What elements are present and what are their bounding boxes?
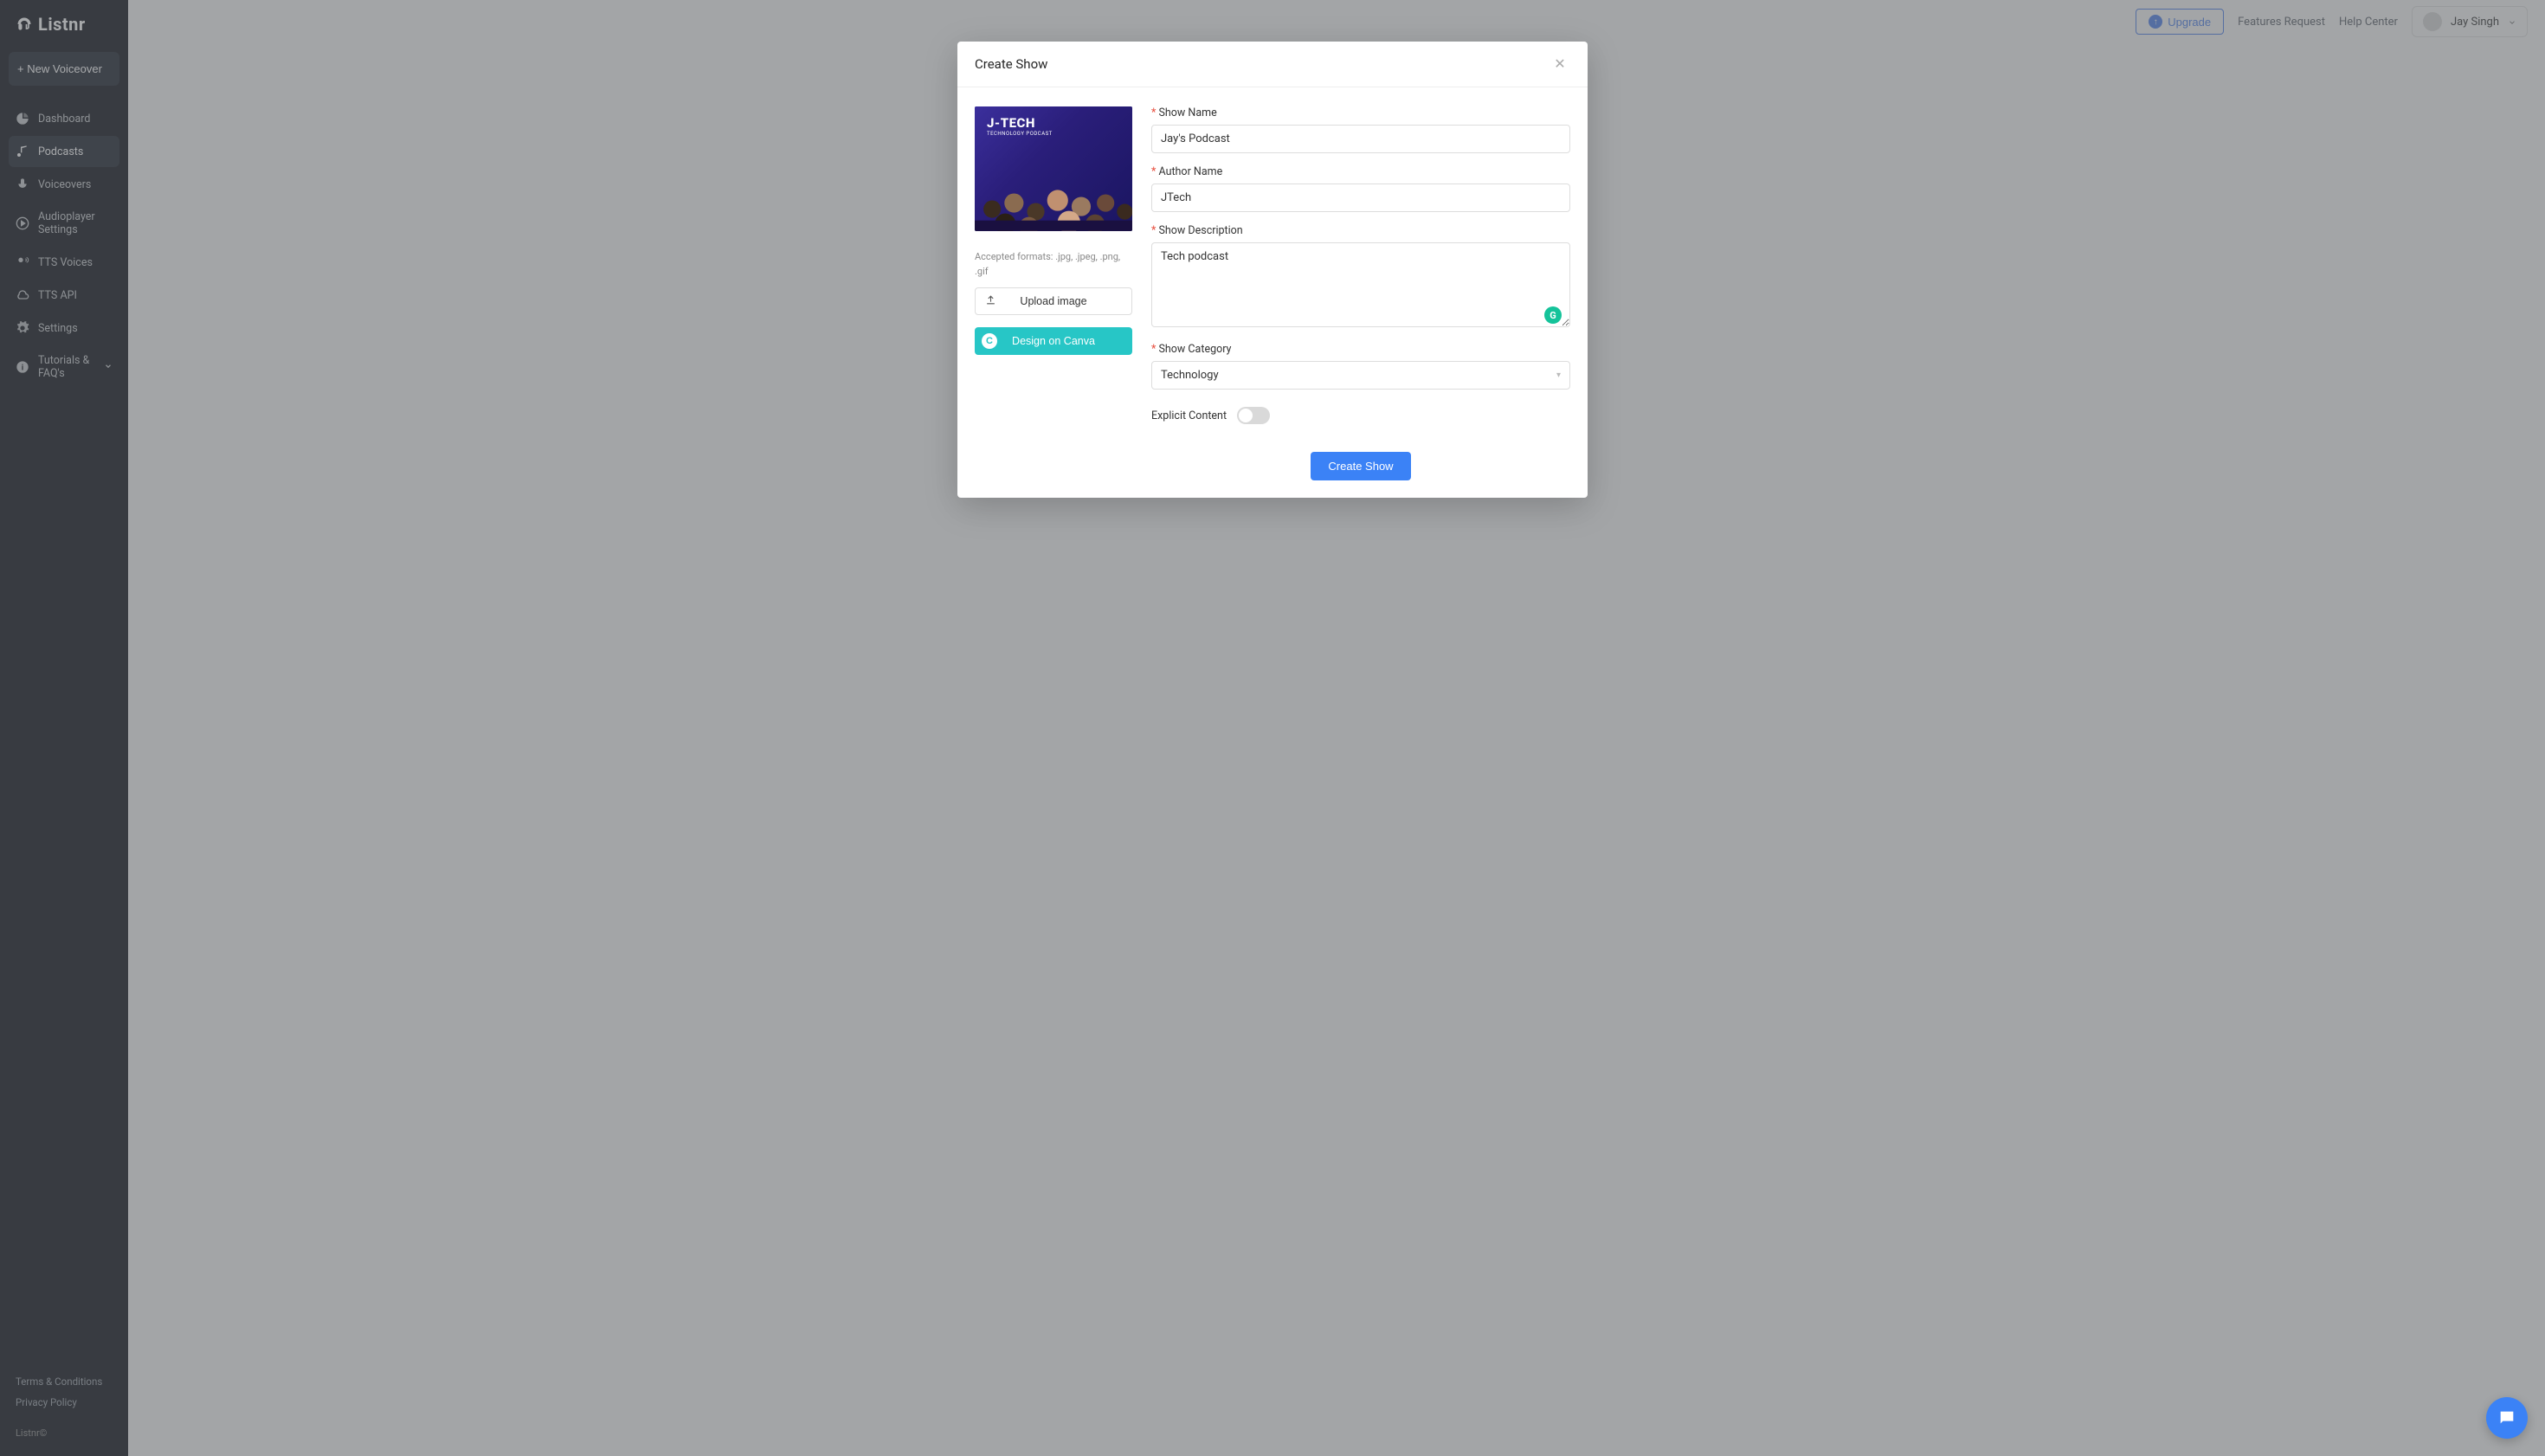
grammarly-icon[interactable]: G	[1544, 306, 1562, 324]
explicit-label: Explicit Content	[1151, 409, 1227, 422]
audience-illustration	[975, 144, 1132, 231]
modal-body: J-TECH TECHNOLOGY PODCAST Accepted forma…	[957, 87, 1588, 498]
category-select[interactable]: Technology ▾	[1151, 361, 1570, 390]
design-canva-button[interactable]: C Design on Canva	[975, 327, 1132, 355]
close-button[interactable]: ✕	[1550, 54, 1570, 74]
create-show-button[interactable]: Create Show	[1311, 452, 1410, 480]
show-name-label: Show Name	[1151, 106, 1570, 119]
create-show-modal: Create Show ✕	[957, 42, 1588, 498]
description-input[interactable]	[1151, 242, 1570, 327]
submit-row: Create Show	[1151, 452, 1570, 480]
author-field: Author Name	[1151, 165, 1570, 212]
category-label: Show Category	[1151, 343, 1570, 356]
category-field: Show Category Technology ▾	[1151, 343, 1570, 390]
modal-overlay[interactable]: Create Show ✕	[0, 0, 2545, 1456]
modal-header: Create Show ✕	[957, 42, 1588, 87]
cover-title: J-TECH	[987, 115, 1035, 131]
canva-label: Design on Canva	[1012, 335, 1095, 347]
chat-widget[interactable]	[2486, 1397, 2528, 1439]
upload-label: Upload image	[1020, 295, 1086, 307]
upload-image-button[interactable]: Upload image	[975, 287, 1132, 315]
explicit-field: Explicit Content	[1151, 407, 1570, 424]
upload-icon	[985, 294, 996, 308]
description-field: Show Description G	[1151, 224, 1570, 331]
description-label: Show Description	[1151, 224, 1570, 237]
explicit-toggle[interactable]	[1237, 407, 1270, 424]
close-icon: ✕	[1554, 57, 1565, 72]
modal-title: Create Show	[975, 56, 1047, 72]
chevron-down-icon: ▾	[1556, 370, 1561, 380]
chat-icon	[2497, 1408, 2516, 1427]
category-value: Technology	[1161, 369, 1219, 382]
form: Show Name Author Name Show Description G…	[1151, 106, 1570, 480]
accepted-formats: Accepted formats: .jpg, .jpeg, .png, .gi…	[975, 250, 1132, 279]
show-name-field: Show Name	[1151, 106, 1570, 153]
toggle-knob	[1239, 409, 1253, 422]
cover-subtitle: TECHNOLOGY PODCAST	[987, 131, 1053, 137]
author-label: Author Name	[1151, 165, 1570, 178]
author-input[interactable]	[1151, 184, 1570, 212]
modal-sidebar: J-TECH TECHNOLOGY PODCAST Accepted forma…	[975, 106, 1132, 480]
show-name-input[interactable]	[1151, 125, 1570, 153]
canva-icon: C	[982, 333, 997, 349]
show-cover-preview: J-TECH TECHNOLOGY PODCAST	[975, 106, 1132, 231]
